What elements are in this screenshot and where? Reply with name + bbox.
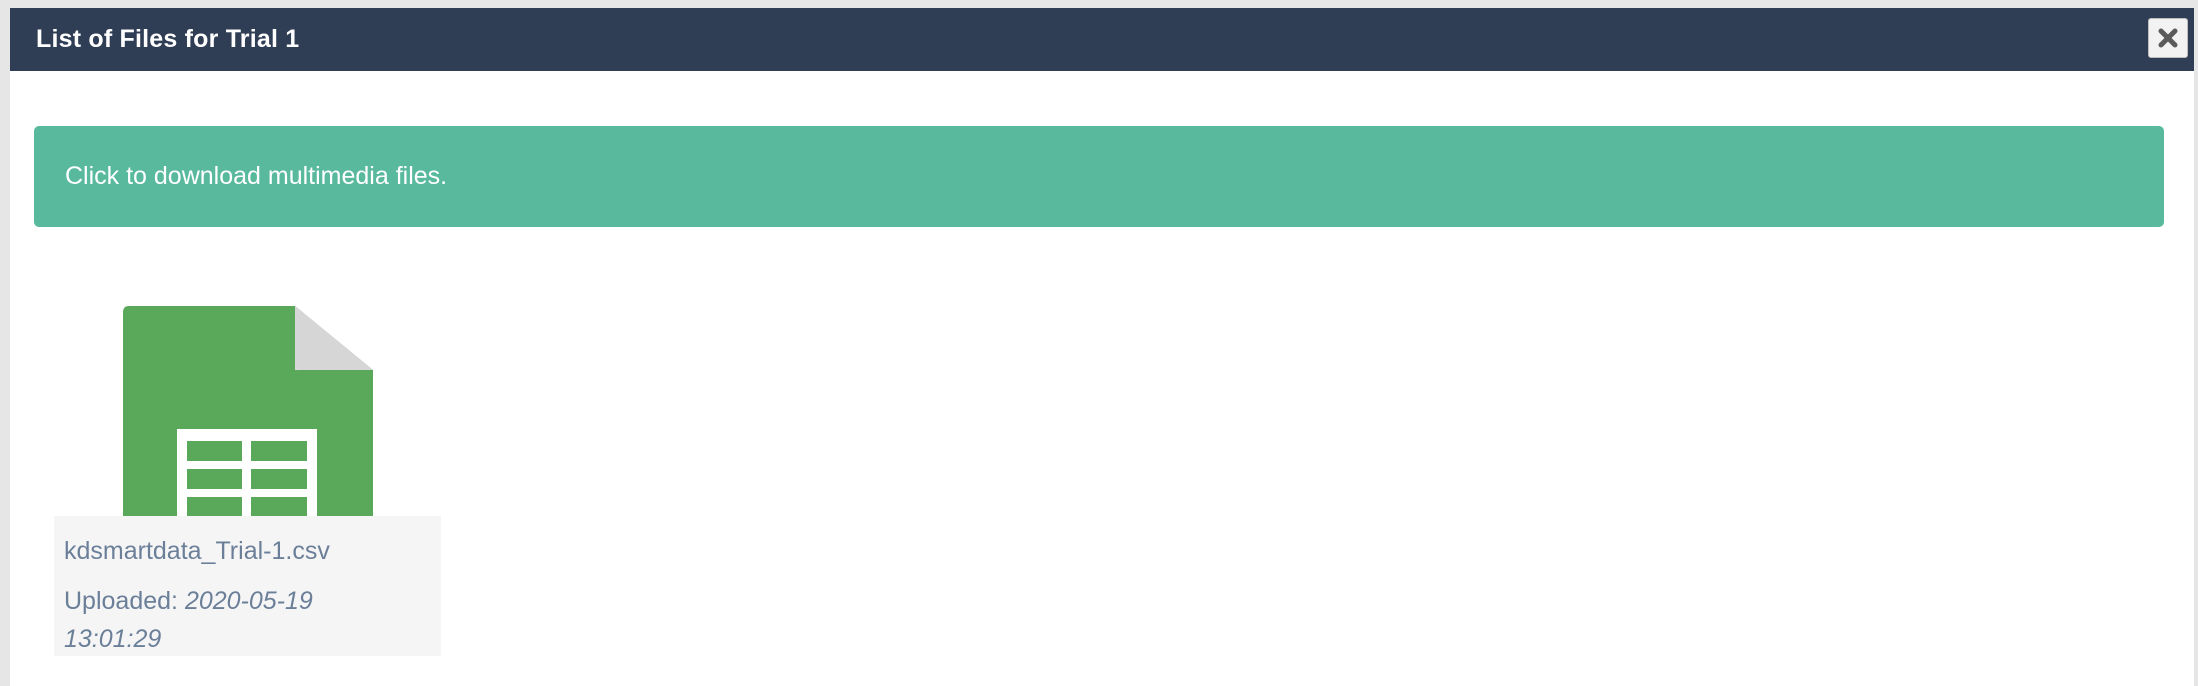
spreadsheet-file-icon xyxy=(123,306,373,516)
dialog-titlebar: List of Files for Trial 1 xyxy=(10,8,2194,71)
close-icon xyxy=(2158,28,2178,48)
dialog-title: List of Files for Trial 1 xyxy=(36,25,300,53)
file-thumbnail[interactable] xyxy=(54,294,441,516)
alert-message: Click to download multimedia files. xyxy=(65,162,448,190)
uploaded-label: Uploaded: xyxy=(64,587,178,615)
file-list-dialog: List of Files for Trial 1 Click to downl… xyxy=(0,0,2198,686)
file-caption: kdsmartdata_Trial-1.csv Uploaded: 2020-0… xyxy=(54,516,441,656)
file-card[interactable]: kdsmartdata_Trial-1.csv Uploaded: 2020-0… xyxy=(54,294,441,656)
close-button[interactable] xyxy=(2148,18,2188,58)
file-name[interactable]: kdsmartdata_Trial-1.csv xyxy=(64,535,431,567)
info-alert: Click to download multimedia files. xyxy=(34,126,2164,227)
file-upload-info: Uploaded: 2020-05-19 13:01:29 xyxy=(64,582,354,658)
